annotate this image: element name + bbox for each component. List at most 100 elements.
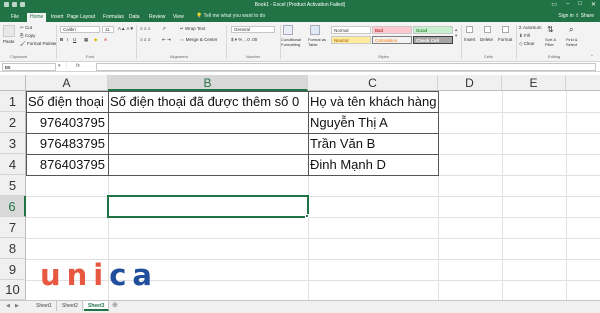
wrap-text-button[interactable]: ↵ Wrap Text <box>180 26 205 32</box>
sheet-tab-2[interactable]: Sheet2 <box>58 301 83 311</box>
column-header-c[interactable]: C <box>308 75 438 91</box>
cut-button[interactable]: ✂ Cut <box>20 25 32 31</box>
tab-review[interactable]: Review <box>146 13 168 22</box>
sign-in-link[interactable]: Sign in ⇪ Share <box>558 13 594 19</box>
style-bad[interactable]: Bad <box>372 26 412 34</box>
orientation-icon[interactable]: ↗ <box>162 26 166 32</box>
tab-data[interactable]: Data <box>126 13 143 22</box>
font-color-icon[interactable]: A <box>104 37 107 42</box>
styles-scroll-icon[interactable]: ▴ ▾ <box>455 27 457 39</box>
row-header-4[interactable]: 4 <box>0 154 26 175</box>
row-header-7[interactable]: 7 <box>0 217 26 238</box>
cell-c3[interactable]: Trần Văn B <box>308 133 438 154</box>
row-header-8[interactable]: 8 <box>0 238 26 259</box>
underline-button[interactable]: U <box>73 37 76 42</box>
conditional-formatting-icon[interactable] <box>283 25 293 35</box>
sheet-nav-next-icon[interactable]: ▶ <box>15 303 19 309</box>
ribbon-display-icon[interactable]: ▭ <box>551 1 557 8</box>
share-icon[interactable]: ⇪ Share <box>575 13 594 19</box>
tab-home[interactable]: Home <box>27 13 47 22</box>
currency-icon[interactable]: $ ▾ % , .0 .00 <box>231 37 257 43</box>
style-good[interactable]: Good <box>413 26 453 34</box>
find-icon[interactable]: ⌕ <box>569 25 573 35</box>
cell-c4[interactable]: Đinh Mạnh D <box>308 154 438 175</box>
close-icon[interactable]: ✕ <box>591 1 596 8</box>
insert-cells-button[interactable]: Insert <box>464 37 475 42</box>
collapse-ribbon-icon[interactable]: ⌃ <box>590 54 594 60</box>
format-as-table-button[interactable]: Format as Table <box>308 37 330 47</box>
delete-cells-icon[interactable] <box>484 26 491 33</box>
copy-button[interactable]: ⎘ Copy <box>20 33 35 38</box>
row-header-2[interactable]: 2 <box>0 112 26 133</box>
italic-button[interactable]: I <box>67 37 68 42</box>
fill-button[interactable]: ⬇ Fill <box>519 33 530 39</box>
format-painter-button[interactable]: 🖌 Format Painter <box>20 41 57 47</box>
number-format-select[interactable]: General <box>231 26 275 33</box>
name-box[interactable]: B6 <box>2 63 56 71</box>
row-header-5[interactable]: 5 <box>0 175 26 196</box>
cell-a1[interactable]: Số điện thoại <box>26 91 108 112</box>
clear-button[interactable]: ◇ Clear <box>519 41 534 47</box>
tell-me-box[interactable]: 💡 Tell me what you want to do <box>196 13 265 19</box>
style-neutral[interactable]: Neutral <box>331 36 371 44</box>
font-size-select[interactable]: 11 <box>102 26 114 33</box>
cell-c1[interactable]: Họ và tên khách hàng <box>308 91 438 112</box>
format-cells-icon[interactable] <box>502 26 509 33</box>
tab-file[interactable]: File <box>8 13 22 22</box>
bold-button[interactable]: B <box>60 37 63 42</box>
cell-c2[interactable]: Nguyễn Thị A <box>308 112 438 133</box>
active-cell-b6[interactable] <box>107 195 309 218</box>
name-box-dropdown-icon[interactable]: ▾ <box>58 63 61 69</box>
format-cells-button[interactable]: Format <box>498 37 512 42</box>
column-header-a[interactable]: A <box>26 75 108 91</box>
tab-formulas[interactable]: Formulas <box>100 13 127 22</box>
row-header-10[interactable]: 10 <box>0 280 26 300</box>
row-header-6[interactable]: 6 <box>0 196 26 217</box>
insert-function-icon[interactable]: fx <box>76 63 80 69</box>
row-header-9[interactable]: 9 <box>0 259 26 280</box>
cell-a3[interactable]: 976483795 <box>26 133 108 154</box>
formula-input[interactable] <box>96 63 596 71</box>
style-normal[interactable]: Normal <box>331 26 371 34</box>
insert-cells-icon[interactable] <box>466 26 473 33</box>
find-select-button[interactable]: Find & Select <box>566 37 586 47</box>
merge-center-button[interactable]: ⇔ Merge & Center <box>180 37 218 42</box>
tab-view[interactable]: View <box>170 13 187 22</box>
select-all-corner[interactable] <box>0 75 26 91</box>
row-header-1[interactable]: 1 <box>0 91 26 112</box>
row-header-3[interactable]: 3 <box>0 133 26 154</box>
grow-font-icon[interactable]: A▲ A▼ <box>118 26 134 31</box>
align-top-icon[interactable]: ≡ ≡ ≡ <box>140 26 150 31</box>
cell-a4[interactable]: 876403795 <box>26 154 108 175</box>
autosum-button[interactable]: Σ AutoSum <box>519 25 542 30</box>
style-calculation[interactable]: Calculation <box>372 36 412 44</box>
sheet-nav-prev-icon[interactable]: ◀ <box>6 303 10 309</box>
delete-cells-button[interactable]: Delete <box>480 37 493 42</box>
add-sheet-icon[interactable]: ⊕ <box>112 301 118 309</box>
indent-icon[interactable]: ⇤ ⇥ <box>162 37 171 43</box>
maximize-icon[interactable]: □ <box>578 1 582 8</box>
column-header-e[interactable]: E <box>502 75 566 91</box>
tab-page-layout[interactable]: Page Layout <box>64 13 98 22</box>
sort-filter-button[interactable]: Sort & Filter <box>545 37 563 47</box>
conditional-formatting-button[interactable]: Conditional Formatting <box>281 37 307 47</box>
borders-icon[interactable]: ▦ <box>84 37 88 43</box>
format-as-table-icon[interactable] <box>310 25 320 35</box>
clipboard-paste-icon[interactable] <box>3 25 15 37</box>
fill-color-icon[interactable]: ◆ <box>94 37 97 43</box>
column-header-d[interactable]: D <box>438 75 502 91</box>
style-check-cell[interactable]: Check Cell <box>413 36 453 44</box>
column-header-b[interactable]: B <box>108 75 308 91</box>
cell-b1[interactable]: Số điện thoại đã được thêm số 0 <box>108 91 308 112</box>
font-name-select[interactable]: Calibri <box>60 26 100 33</box>
cell-a2[interactable]: 976403795 <box>26 112 108 133</box>
sheet-tab-3[interactable]: Sheet3 <box>84 301 110 311</box>
cancel-confirm-icon[interactable]: ⋮ <box>64 63 69 69</box>
sort-filter-icon[interactable]: ⇅ <box>547 25 554 34</box>
align-left-icon[interactable]: ≡ ≡ ≡ <box>140 37 150 42</box>
fill-handle[interactable] <box>305 214 309 218</box>
paste-button[interactable]: Paste <box>3 39 15 44</box>
sheet-tab-1[interactable]: Sheet1 <box>32 301 57 311</box>
column-header-f[interactable] <box>566 75 600 91</box>
minimize-icon[interactable]: – <box>566 1 569 8</box>
